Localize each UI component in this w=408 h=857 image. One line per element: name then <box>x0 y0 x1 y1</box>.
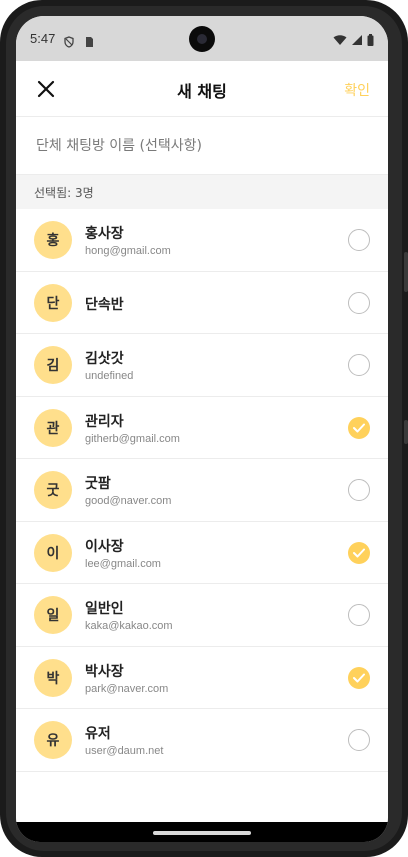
contact-name: 이사장 <box>85 538 124 555</box>
checked-radio[interactable] <box>348 666 370 689</box>
check-icon <box>353 673 365 682</box>
unchecked-radio[interactable] <box>348 729 370 751</box>
contact-email: park@naver.com <box>85 682 169 695</box>
avatar: 박 <box>34 658 72 697</box>
battery-icon <box>367 31 374 50</box>
contact-name: 유저 <box>85 726 111 742</box>
contact-row[interactable]: 유 유저 user@daum.net <box>16 709 388 772</box>
phone-frame: 5:47 새 채팅 확인 단체 채팅방 이름 (선택사항) 선택됨: 3명 홍 … <box>0 0 408 857</box>
shield-icon <box>63 33 75 48</box>
contact-name: 단속반 <box>85 296 124 313</box>
contact-name: 굿팜 <box>85 476 111 492</box>
checked-radio[interactable] <box>348 416 370 439</box>
contact-row[interactable]: 굿 굿팜 good@naver.com <box>16 459 388 522</box>
status-icons <box>333 31 374 50</box>
unchecked-radio[interactable] <box>348 479 370 501</box>
contact-row[interactable]: 일 일반인 kaka@kakao.com <box>16 584 388 647</box>
contact-email: githerb@gmail.com <box>85 432 180 445</box>
group-name-input[interactable] <box>36 131 368 161</box>
contact-email: undefined <box>85 370 134 382</box>
contact-email: user@daum.net <box>85 745 164 757</box>
contact-name: 김삿갓 <box>85 351 124 367</box>
volume-button <box>404 420 408 444</box>
group-name-row <box>16 117 388 175</box>
contact-list: 홍 홍사장 hong@gmail.com 단 단속반김 김삿갓 undefined 관 관리자 g… <box>16 209 388 772</box>
contact-email: kaka@kakao.com <box>85 620 173 632</box>
contact-name: 관리자 <box>85 413 124 430</box>
unchecked-radio[interactable] <box>348 604 370 626</box>
front-camera <box>189 26 215 52</box>
avatar: 단 <box>34 283 72 322</box>
wifi-icon <box>333 31 347 50</box>
contact-row[interactable]: 김 김삿갓 undefined <box>16 334 388 397</box>
check-icon <box>353 423 365 432</box>
avatar: 홍 <box>34 221 72 259</box>
avatar: 유 <box>34 721 72 759</box>
confirm-button[interactable]: 확인 <box>344 80 370 100</box>
contact-row[interactable]: 박 박사장 park@naver.com <box>16 647 388 709</box>
app-bar: 새 채팅 확인 <box>16 61 388 117</box>
power-button <box>404 252 408 292</box>
unchecked-radio[interactable] <box>348 354 370 376</box>
contact-row[interactable]: 이 이사장 lee@gmail.com <box>16 522 388 584</box>
avatar: 일 <box>34 596 72 634</box>
contact-name: 박사장 <box>85 663 124 680</box>
contact-name: 일반인 <box>85 601 124 617</box>
avatar: 김 <box>34 346 72 384</box>
contact-row[interactable]: 단 단속반 <box>16 272 388 334</box>
unchecked-radio[interactable] <box>348 291 370 314</box>
status-time: 5:47 <box>30 31 56 46</box>
page-title: 새 채팅 <box>177 82 227 101</box>
avatar: 관 <box>34 408 72 447</box>
contact-row[interactable]: 관 관리자 githerb@gmail.com <box>16 397 388 459</box>
avatar: 굿 <box>34 471 72 509</box>
screen: 5:47 새 채팅 확인 단체 채팅방 이름 (선택사항) 선택됨: 3명 홍 … <box>16 16 388 842</box>
checked-radio[interactable] <box>348 541 370 564</box>
contact-email: good@naver.com <box>85 495 172 507</box>
check-icon <box>353 548 365 557</box>
signal-icon <box>351 31 363 50</box>
unchecked-radio[interactable] <box>348 229 370 251</box>
contact-email: lee@gmail.com <box>85 557 161 570</box>
selected-count: 선택됨: 3명 <box>16 175 388 209</box>
home-indicator[interactable] <box>153 831 251 835</box>
contact-email: hong@gmail.com <box>85 245 171 257</box>
avatar: 이 <box>34 533 72 572</box>
contact-name: 홍사장 <box>85 226 124 242</box>
sim-card-icon <box>83 33 95 47</box>
contact-row[interactable]: 홍 홍사장 hong@gmail.com <box>16 209 388 272</box>
